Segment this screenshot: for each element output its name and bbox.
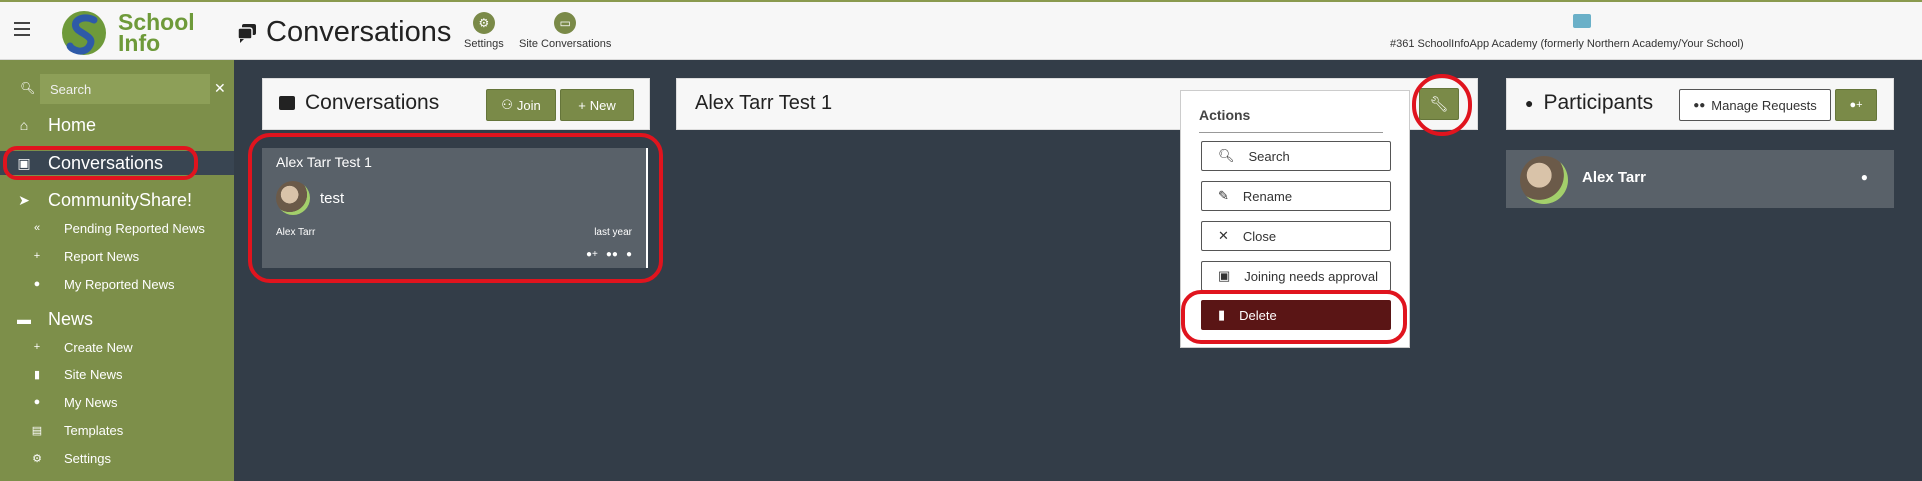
chat-icon: ▭ (554, 12, 577, 34)
sidebar: 🔍︎ ✕ ⌂Home ▣Conversations ➤CommunityShar… (0, 60, 234, 481)
site-conversations-label: Site Conversations (519, 38, 612, 50)
avatar (276, 181, 310, 215)
gear-icon: ⚙ (32, 452, 42, 465)
logo-mark-icon (62, 11, 106, 55)
logo-text: School Info (118, 9, 195, 56)
avatar (1520, 156, 1568, 204)
sidebar-item-my-reported-news[interactable]: ● My Reported News (0, 272, 234, 296)
conversation-card[interactable]: Alex Tarr Test 1 test Alex Tarr last yea… (262, 148, 648, 268)
search-action-button[interactable]: 🔍︎ Search (1201, 141, 1391, 171)
page-title: Conversations (236, 16, 451, 49)
conversation-detail-title: Alex Tarr Test 1 (695, 92, 833, 114)
top-bar: School Info Conversations ⚙ Settings ▭ S… (0, 0, 1922, 60)
sidebar-item-settings[interactable]: ⚙ Settings (0, 446, 234, 470)
book-icon: ▮ (33, 368, 41, 381)
user-icon: ● (625, 249, 632, 260)
add-user-icon: ●+ (1849, 99, 1863, 111)
template-icon: ▤ (31, 424, 43, 437)
settings-button[interactable]: ⚙ Settings (464, 12, 504, 50)
book-icon (1573, 14, 1591, 28)
comment-icon: ▬ (17, 311, 31, 327)
sidebar-item-report-news[interactable]: + Report News (0, 244, 234, 268)
last-message: test (320, 190, 345, 207)
users-icon: ●● (605, 249, 618, 260)
user-icon[interactable]: ● (1861, 170, 1868, 184)
actions-button[interactable]: 🔧︎ (1419, 88, 1459, 120)
actions-divider (1199, 132, 1383, 133)
sidebar-item-communityshare[interactable]: ➤ CommunityShare! (0, 185, 234, 215)
reply-all-icon: « (33, 222, 41, 234)
search-icon: 🔍︎ (1218, 148, 1235, 163)
user-icon: ● (33, 278, 41, 290)
home-icon: ⌂ (19, 117, 29, 133)
participants-panel-header: ● Participants ●● Manage Requests ●+ (1506, 78, 1894, 130)
new-conversation-button[interactable]: + New (560, 89, 634, 121)
plus-icon: + (33, 250, 41, 262)
close-action-button[interactable]: ✕ Close (1201, 221, 1391, 251)
manage-requests-button[interactable]: ●● Manage Requests (1679, 89, 1831, 121)
sidebar-item-home[interactable]: ⌂ Home (0, 110, 234, 140)
conversations-panel-header: Conversations ⚇ Join + New (262, 78, 650, 130)
conversations-icon (237, 23, 256, 43)
plus-icon: + (578, 97, 586, 113)
participants-panel-title: ● Participants (1525, 91, 1654, 114)
sidebar-item-templates[interactable]: ▤ Templates (0, 418, 234, 442)
users-icon: ●● (1693, 99, 1706, 111)
actions-dropdown: Actions 🔍︎ Search ✎ Rename ✕ Close ▣ Joining… (1180, 90, 1410, 348)
chat-icon: ▣ (17, 154, 31, 171)
actions-header: Actions (1199, 107, 1251, 123)
delete-action-button[interactable]: ▮ Delete (1201, 300, 1391, 330)
conversations-panel-title: Conversations (279, 91, 439, 115)
search-icon: 🔍︎ (20, 81, 36, 95)
rename-action-button[interactable]: ✎ Rename (1201, 181, 1391, 211)
hamburger-menu-icon[interactable] (14, 22, 30, 36)
user-icon: ● (1525, 95, 1534, 111)
settings-label: Settings (464, 38, 504, 50)
pencil-icon: ✎ (1218, 188, 1229, 203)
plus-icon: + (33, 341, 41, 353)
conversation-author: Alex Tarr (276, 227, 316, 238)
sidebar-item-create-new[interactable]: + Create New (0, 335, 234, 359)
lock-icon: ▣ (1218, 268, 1231, 283)
trash-icon: ▮ (1218, 307, 1226, 322)
chat-bubble-icon (279, 96, 295, 110)
wrench-icon: 🔧︎ (1429, 96, 1449, 113)
sidebar-item-site-news[interactable]: ▮ Site News (0, 362, 234, 386)
conversation-status-icons: ●+ ●● ● (586, 249, 632, 260)
sidebar-item-pending-reported-news[interactable]: «Pending Reported News (0, 216, 234, 240)
sidebar-item-conversations[interactable]: ▣ Conversations (0, 151, 234, 175)
conversation-title: Alex Tarr Test 1 (276, 154, 372, 170)
join-icon: ⚇ (501, 97, 513, 112)
site-conversations-button[interactable]: ▭ Site Conversations (519, 12, 611, 50)
sidebar-item-my-news[interactable]: ● My News (0, 390, 234, 414)
clear-search-icon[interactable]: ✕ (214, 80, 226, 97)
participant-name: Alex Tarr (1582, 169, 1646, 186)
school-name[interactable]: #361 SchoolInfoApp Academy (formerly Nor… (1390, 38, 1744, 50)
sidebar-search: 🔍︎ ✕ (14, 74, 226, 104)
user-icon: ● (33, 396, 41, 408)
sidebar-item-news[interactable]: ▬ News (0, 304, 234, 334)
participant-row[interactable]: Alex Tarr ● (1506, 150, 1894, 208)
search-input[interactable] (40, 74, 210, 104)
conversation-time: last year (594, 227, 632, 238)
add-participant-button[interactable]: ●+ (1835, 89, 1877, 121)
add-user-icon: ●+ (585, 249, 598, 260)
logo[interactable]: School Info (60, 8, 215, 58)
paper-plane-icon: ➤ (18, 191, 30, 208)
joining-needs-approval-button[interactable]: ▣ Joining needs approval (1201, 261, 1391, 291)
join-button[interactable]: ⚇ Join (486, 89, 556, 121)
gear-icon: ⚙ (472, 12, 495, 34)
close-icon: ✕ (1218, 228, 1229, 243)
